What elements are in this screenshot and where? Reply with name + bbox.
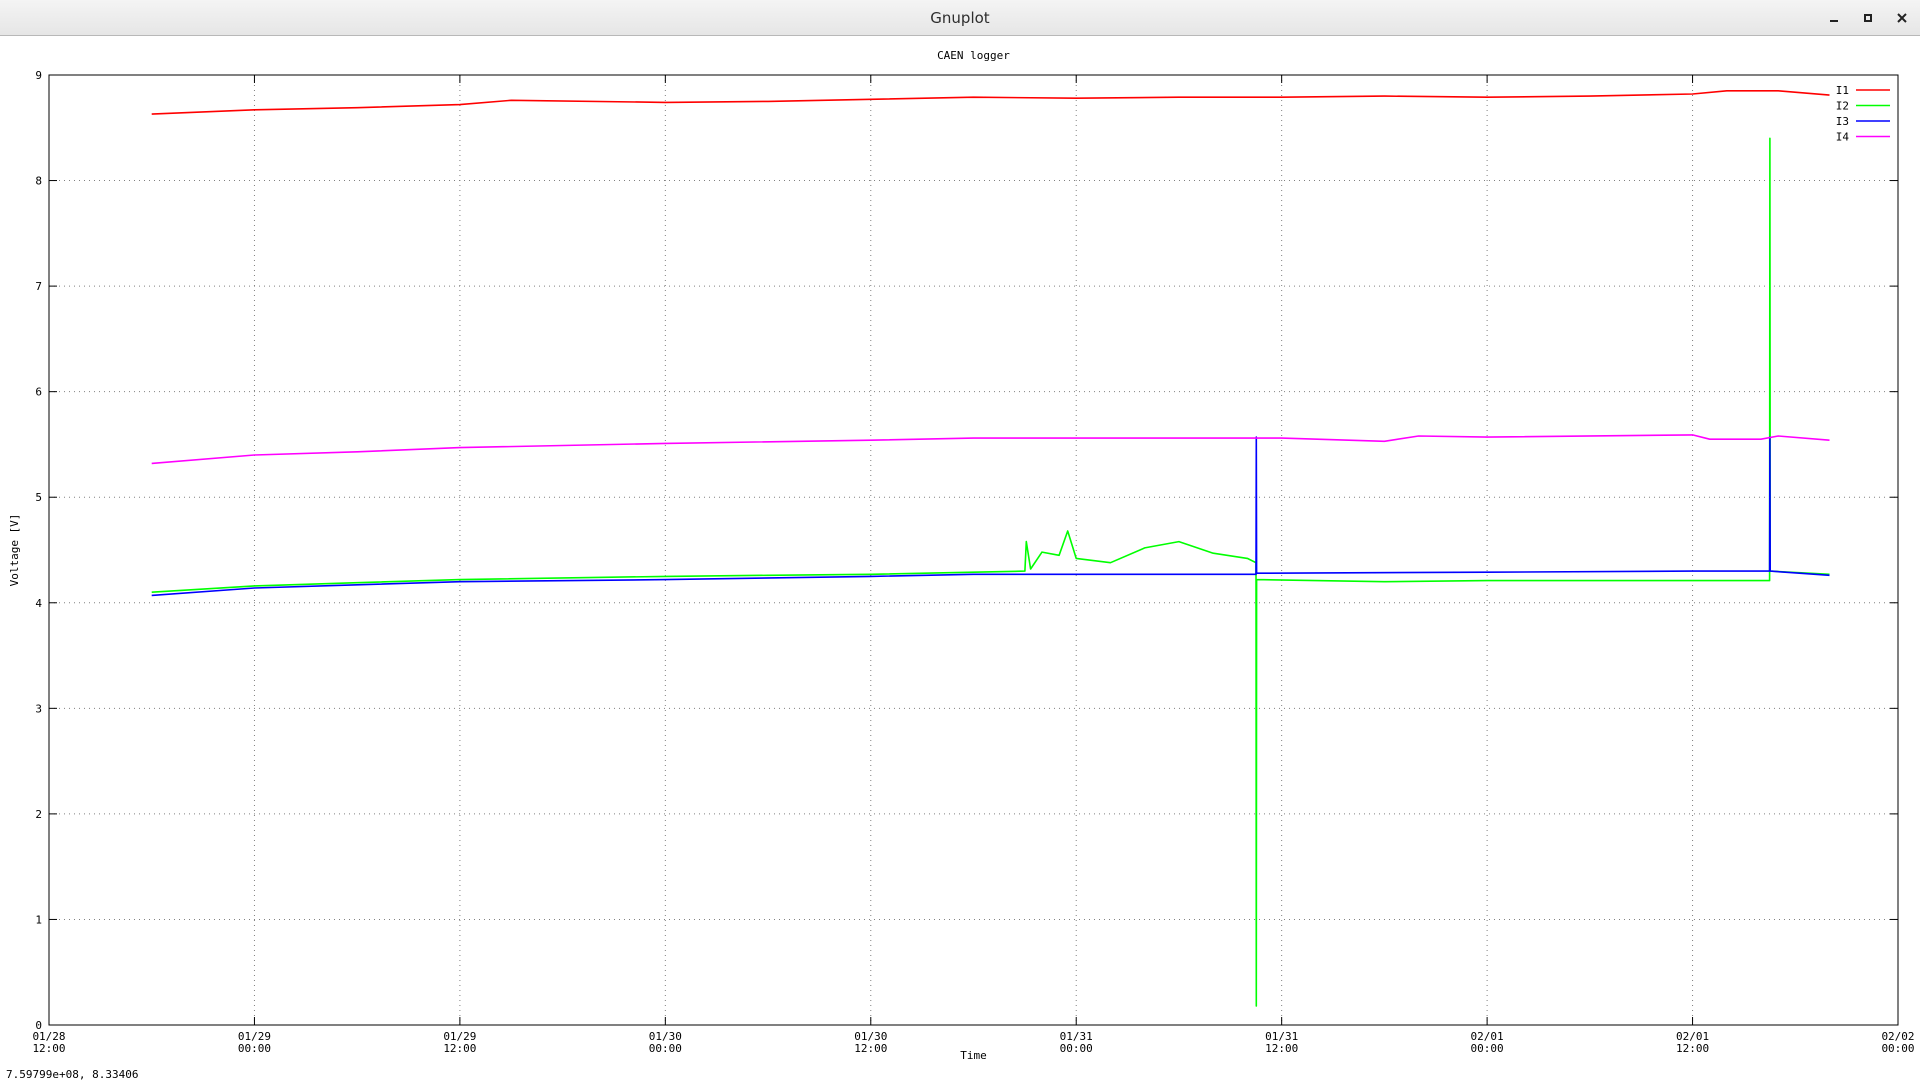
plot-area[interactable]: CAEN logger 0 1 2 3 4 5 6 7 8 9 01/28 12:00 01/29 00:0…	[0, 36, 1920, 1080]
y-tick-label: 1	[35, 913, 42, 926]
window-titlebar: Gnuplot	[0, 0, 1920, 36]
x-tick-label: 00:00	[1881, 1042, 1914, 1055]
series-line-i4	[151, 434, 1830, 465]
x-tick-label: 12:00	[443, 1042, 476, 1055]
close-button[interactable]	[1890, 6, 1914, 30]
y-tick-label: 6	[35, 386, 42, 399]
y-axis-label: Voltage [V]	[8, 514, 21, 587]
x-tick-label: 00:00	[1471, 1042, 1504, 1055]
x-axis-label: Time	[960, 1049, 987, 1062]
x-tick-label: 00:00	[238, 1042, 271, 1055]
y-tick-label: 4	[35, 597, 42, 610]
plot-border	[48, 74, 1899, 1026]
maximize-icon	[1864, 14, 1872, 22]
series-line-i1	[151, 89, 1830, 115]
y-tick-label: 9	[35, 69, 42, 82]
y-tick-label: 8	[35, 175, 42, 188]
close-icon	[1897, 13, 1907, 23]
maximize-button[interactable]	[1856, 6, 1880, 30]
minimize-button[interactable]	[1822, 6, 1846, 30]
y-tick-label: 3	[35, 702, 42, 715]
y-tick-label: 7	[35, 280, 42, 293]
legend-label: I3	[1836, 115, 1849, 128]
x-tick-label: 00:00	[1060, 1042, 1093, 1055]
x-tick-label: 12:00	[854, 1042, 887, 1055]
x-tick-label: 12:00	[1676, 1042, 1709, 1055]
legend-label: I1	[1836, 84, 1849, 97]
x-tick-label: 12:00	[1265, 1042, 1298, 1055]
cursor-coordinates: 7.59799e+08, 8.33406	[6, 1068, 139, 1081]
x-tick-label: 12:00	[32, 1042, 65, 1055]
y-tick-label: 2	[35, 808, 42, 821]
minimize-icon	[1830, 20, 1838, 22]
window-title: Gnuplot	[930, 9, 990, 27]
y-tick-label: 5	[35, 491, 42, 504]
legend-label: I2	[1836, 100, 1849, 113]
chart-title: CAEN logger	[937, 49, 1010, 62]
plot-canvas[interactable]: CAEN logger012345678901/2812:0001/2900:0…	[0, 36, 1920, 1062]
legend-label: I4	[1836, 131, 1850, 144]
x-tick-label: 00:00	[649, 1042, 682, 1055]
